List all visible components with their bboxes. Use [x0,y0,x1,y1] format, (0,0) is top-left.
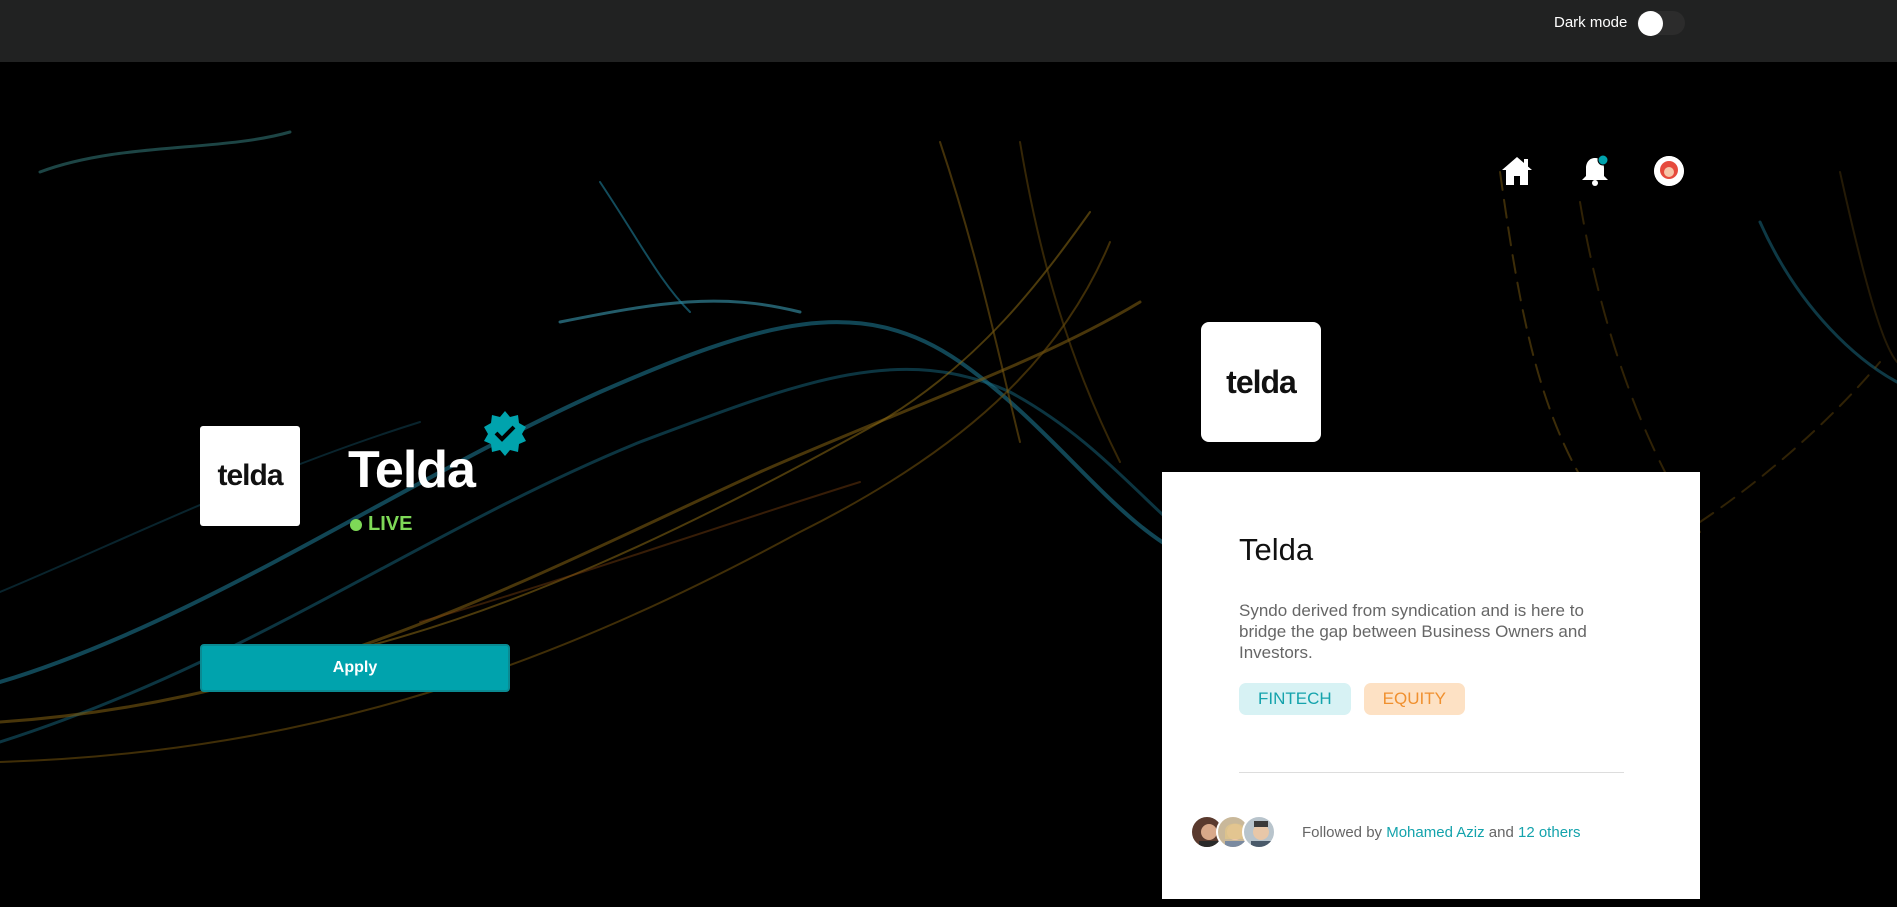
dark-mode-toggle[interactable] [1637,11,1685,36]
toggle-knob [1638,11,1663,36]
dark-mode-label: Dark mode [1554,14,1628,31]
tag-equity[interactable]: EQUITY [1363,683,1465,715]
card-logo: telda [1201,322,1321,442]
bell-icon[interactable] [1578,154,1612,188]
status-live: LIVE [350,513,412,536]
company-logo: telda [200,426,300,526]
divider [1239,772,1624,773]
others-link[interactable]: 12 others [1518,824,1581,841]
hero-section: telda Telda LIVE Apply telda Telda Syndo… [0,62,1897,907]
avatar[interactable] [1654,156,1684,186]
followed-prefix: Followed by [1302,823,1383,841]
company-card: Telda Syndo derived from syndication and… [1162,472,1700,899]
verified-badge-icon [482,410,528,456]
card-description: Syndo derived from syndication and is he… [1239,601,1587,662]
apply-button[interactable]: Apply [200,644,510,692]
status-text: LIVE [368,513,413,535]
tag-fintech[interactable]: FINTECH [1239,683,1351,715]
follower-name-link[interactable]: Mohamed Aziz [1386,824,1484,841]
company-name: Telda [348,441,476,499]
card-title: Telda [1239,532,1314,567]
followed-and: and [1488,823,1514,841]
followers-row: Followed by Mohamed Aziz and 12 others [1190,815,1581,849]
tag-list: FINTECH EQUITY [1239,683,1465,715]
top-bar: Dark mode [0,0,1897,62]
home-icon[interactable] [1500,154,1534,188]
followed-by-text: Followed by Mohamed Aziz and 12 others [1302,824,1581,841]
live-dot-icon [350,518,362,531]
follower-avatar[interactable] [1242,815,1276,849]
